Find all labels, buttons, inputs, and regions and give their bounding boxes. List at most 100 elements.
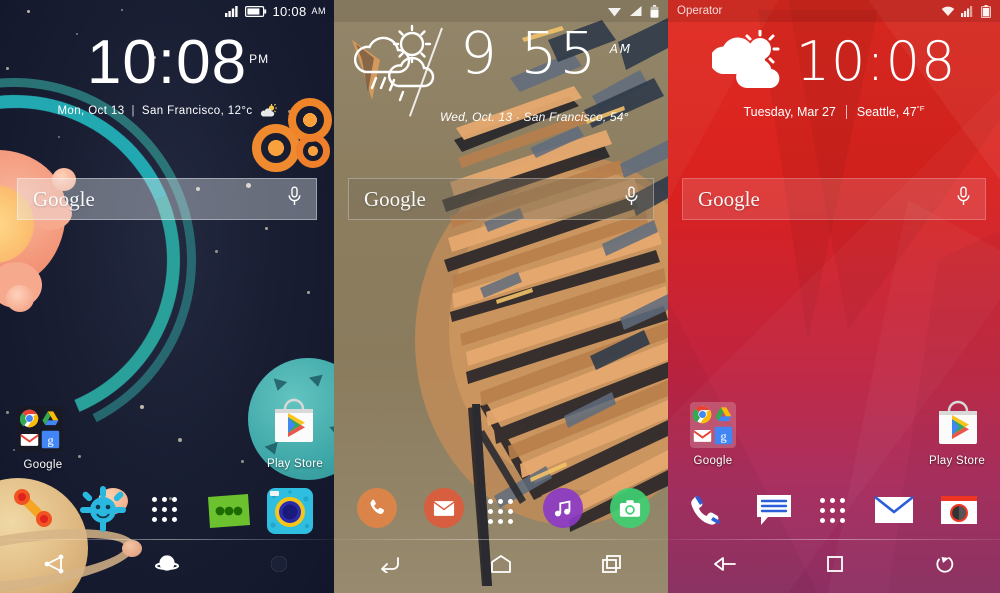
app-drawer-icon[interactable] (152, 497, 177, 522)
wifi-icon (608, 8, 621, 17)
gmail-icon (20, 433, 39, 446)
search-placeholder: Google (364, 186, 426, 211)
battery-icon (650, 4, 659, 18)
three-phone-screenshots: 10:08 AM 10:08 PM Mon, Oct 13 | San Fran… (0, 0, 1000, 593)
clock-widget[interactable]: 10:08 Tuesday, Mar 27 Seattle, 47°F (668, 30, 1000, 119)
clock-date: Mon, Oct 13 (57, 105, 125, 117)
phone-icon[interactable] (686, 494, 728, 535)
clock-ampm: AM (609, 42, 633, 56)
sun-cloud-icon (260, 104, 277, 117)
recents-circle-icon[interactable] (933, 553, 955, 580)
search-placeholder: Google (698, 186, 760, 211)
clock-date: Wed, Oct. 13 (440, 110, 513, 124)
drive-icon (42, 411, 59, 426)
clock-subtitle: Wed, Oct. 13 · San Francisco, 54° (334, 110, 668, 124)
microphone-icon[interactable] (956, 186, 971, 212)
gmail-icon (693, 429, 712, 442)
svg-text:g: g (720, 429, 727, 443)
play-store-icon[interactable] (270, 398, 318, 446)
phone-screen-lowpoly: 9:55 AM Wed, Oct. 13 · San Francisco, 54… (334, 0, 668, 593)
microphone-icon[interactable] (287, 186, 302, 212)
folder-google-label: Google (693, 455, 733, 467)
play-store-icon[interactable] (934, 400, 982, 448)
phone-screen-red: Operator 10:08 Tuesday, Mar 27 Seattle, … (668, 0, 1000, 593)
recents-moon-icon[interactable] (268, 553, 290, 580)
folder-google[interactable]: g (690, 402, 736, 448)
google-search-bar[interactable]: Google (682, 178, 986, 220)
clock-location: Seattle, 47 (856, 105, 917, 120)
phone-icon[interactable] (357, 488, 397, 528)
status-bar-icons (941, 4, 991, 18)
signal-icon (225, 6, 239, 17)
phone-screen-space: 10:08 AM 10:08 PM Mon, Oct 13 | San Fran… (0, 0, 334, 593)
clock-location: San Francisco, 54° (523, 110, 629, 124)
nav-bar (334, 540, 668, 593)
music-note-icon[interactable] (543, 488, 583, 528)
play-store-label: Play Store (928, 455, 986, 467)
status-bar-ampm: AM (311, 6, 326, 16)
clock-subtitle: Tuesday, Mar 27 Seattle, 47°F (668, 104, 1000, 119)
google-search-icon: g (41, 430, 60, 449)
home-square-icon[interactable] (826, 555, 844, 578)
folder-google[interactable]: g (17, 406, 63, 452)
camera-icon[interactable] (610, 488, 650, 528)
dock (668, 481, 1000, 537)
play-store-label: Play Store (266, 458, 324, 470)
microphone-icon[interactable] (624, 186, 639, 212)
folder-google-label: Google (23, 459, 63, 471)
status-bar: 10:08 AM (0, 0, 334, 22)
clock-hour: 9 (460, 19, 499, 87)
clock-separator: | (131, 105, 135, 117)
chrome-icon (20, 409, 39, 428)
bug-icon[interactable] (78, 485, 128, 533)
app-drawer-icon[interactable] (820, 498, 845, 523)
signal-icon (961, 6, 973, 17)
clock-separator: · (515, 110, 520, 124)
clock-ampm: PM (249, 52, 270, 66)
google-search-bar[interactable]: Google (348, 178, 654, 220)
status-bar-operator: Operator (677, 5, 723, 17)
clock-widget[interactable]: 10:08 PM Mon, Oct 13 | San Francisco, 12… (0, 32, 334, 118)
chrome-icon (693, 405, 712, 424)
clock-time: 10:08 (795, 30, 957, 93)
message-bubble-icon[interactable] (756, 494, 794, 533)
svg-text:g: g (47, 433, 54, 447)
clock-row: 10:08 (668, 30, 1000, 94)
nav-bar (0, 540, 334, 593)
status-bar-time: 10:08 (272, 3, 307, 19)
clock-location-wrap: Seattle, 47°F (857, 104, 925, 119)
nav-bar (668, 540, 1000, 593)
cloud-sun-rain-icon (354, 24, 435, 102)
envelope-icon[interactable] (874, 495, 914, 529)
messages-icon[interactable] (204, 491, 252, 536)
wifi-icon (941, 6, 955, 16)
recents-squares-icon[interactable] (601, 554, 623, 579)
clock-widget[interactable]: 9:55 AM Wed, Oct. 13 · San Francisco, 54… (334, 24, 668, 124)
clock-time: 10:08 (86, 28, 248, 97)
drive-icon (715, 407, 732, 422)
back-triangle-icon[interactable] (44, 554, 66, 579)
google-search-icon: g (714, 426, 733, 445)
app-drawer-icon[interactable] (488, 499, 513, 524)
clock-location: San Francisco, 12°c (141, 105, 253, 117)
envelope-icon[interactable] (424, 488, 464, 528)
google-search-bar[interactable]: Google (17, 178, 317, 220)
battery-icon (245, 5, 267, 17)
clock-time-wrap: 9:55 AM (460, 24, 630, 82)
clock-subtitle: Mon, Oct 13 | San Francisco, 12°c (0, 104, 334, 118)
signal-icon (630, 6, 642, 16)
home-planet-icon[interactable] (154, 553, 179, 580)
camera-icon[interactable] (940, 495, 978, 530)
orange-ring-small (296, 134, 330, 168)
battery-icon (981, 4, 991, 18)
back-arrow-icon[interactable] (379, 555, 401, 578)
back-arrow-icon[interactable] (713, 555, 737, 578)
small-moon-2 (6, 285, 34, 312)
cloud-sun-icon (711, 30, 780, 88)
phone-icon[interactable] (12, 489, 60, 531)
clock-minute: 55 (520, 19, 599, 87)
home-icon[interactable] (490, 554, 512, 579)
camera-icon[interactable] (266, 487, 314, 540)
dock (0, 481, 334, 537)
clock-separator (845, 104, 847, 119)
